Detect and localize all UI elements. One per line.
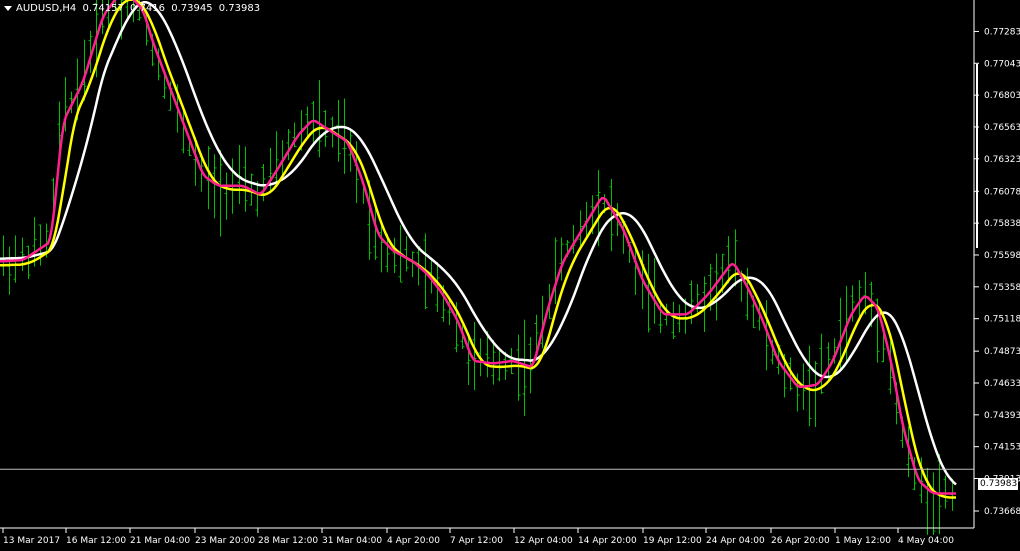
- price-tick-label: 0.74873: [984, 347, 1020, 357]
- ma-slow-line: [0, 1, 957, 486]
- moving-averages: [0, 0, 957, 499]
- time-tick-label: 31 Mar 04:00: [322, 536, 382, 546]
- time-tick-label: 12 Apr 04:00: [514, 536, 573, 546]
- price-tick-label: 0.76323: [984, 155, 1020, 165]
- low-value: 0.73945: [171, 3, 213, 14]
- price-tick-label: 0.76078: [984, 187, 1020, 197]
- candlestick-bars: [1, 0, 955, 535]
- price-tick-label: 0.74633: [984, 379, 1020, 389]
- ma-mid-line: [0, 0, 956, 499]
- time-tick-label: 26 Apr 20:00: [771, 536, 830, 546]
- symbol-label: AUDUSD,H4: [16, 3, 77, 14]
- ma-fast-line: [0, 0, 956, 495]
- price-tick-label: 0.77043: [984, 59, 1020, 69]
- open-value: 0.74157: [82, 3, 124, 14]
- time-axis: 13 Mar 2017 16 Mar 12:00 21 Mar 04:00 23 Ma…: [2, 528, 954, 546]
- time-tick-label: 7 Apr 12:00: [450, 536, 503, 546]
- time-tick-label: 19 Apr 12:00: [643, 536, 702, 546]
- price-tick-label: 0.75838: [984, 219, 1020, 229]
- time-tick-label: 4 Apr 20:00: [387, 536, 440, 546]
- price-axis: 0.77283 0.77043 0.76803 0.76563 0.76323 0.760…: [974, 27, 1020, 517]
- time-tick-label: 21 Mar 04:00: [130, 536, 190, 546]
- price-tick-label: 0.76563: [984, 123, 1020, 133]
- time-tick-label: 13 Mar 2017: [3, 536, 60, 546]
- price-tick-label: 0.76803: [984, 91, 1020, 101]
- axes: [0, 0, 975, 529]
- time-tick-label: 4 May 04:00: [898, 536, 954, 546]
- time-tick-label: 24 Apr 04:00: [706, 536, 765, 546]
- time-tick-label: 14 Apr 20:00: [578, 536, 637, 546]
- close-value: 0.73983: [218, 3, 261, 14]
- high-value: 0.7416: [130, 3, 166, 14]
- price-tick-label: 0.75118: [984, 315, 1020, 325]
- time-tick-label: 1 May 12:00: [835, 536, 891, 546]
- price-tick-label: 0.73668: [984, 507, 1020, 517]
- dropdown-triangle-icon[interactable]: [4, 5, 12, 11]
- time-tick-label: 16 Mar 12:00: [66, 536, 126, 546]
- scroll-indicator[interactable]: [976, 64, 978, 248]
- time-tick-label: 28 Mar 12:00: [258, 536, 318, 546]
- price-tick-label: 0.75358: [984, 283, 1020, 293]
- price-tick-label: 0.77283: [984, 27, 1020, 37]
- price-tick-label: 0.75598: [984, 251, 1020, 261]
- time-tick-label: 23 Mar 20:00: [195, 536, 255, 546]
- price-tick-label: 0.74153: [984, 443, 1020, 453]
- current-price-tag: 0.73983: [978, 478, 1018, 490]
- price-tick-label: 0.74393: [984, 411, 1020, 421]
- chart-header: AUDUSD,H4 0.74157 0.7416 0.73945 0.73983: [4, 3, 263, 14]
- price-chart[interactable]: 0.77283 0.77043 0.76803 0.76563 0.76323 0.760…: [0, 0, 1020, 551]
